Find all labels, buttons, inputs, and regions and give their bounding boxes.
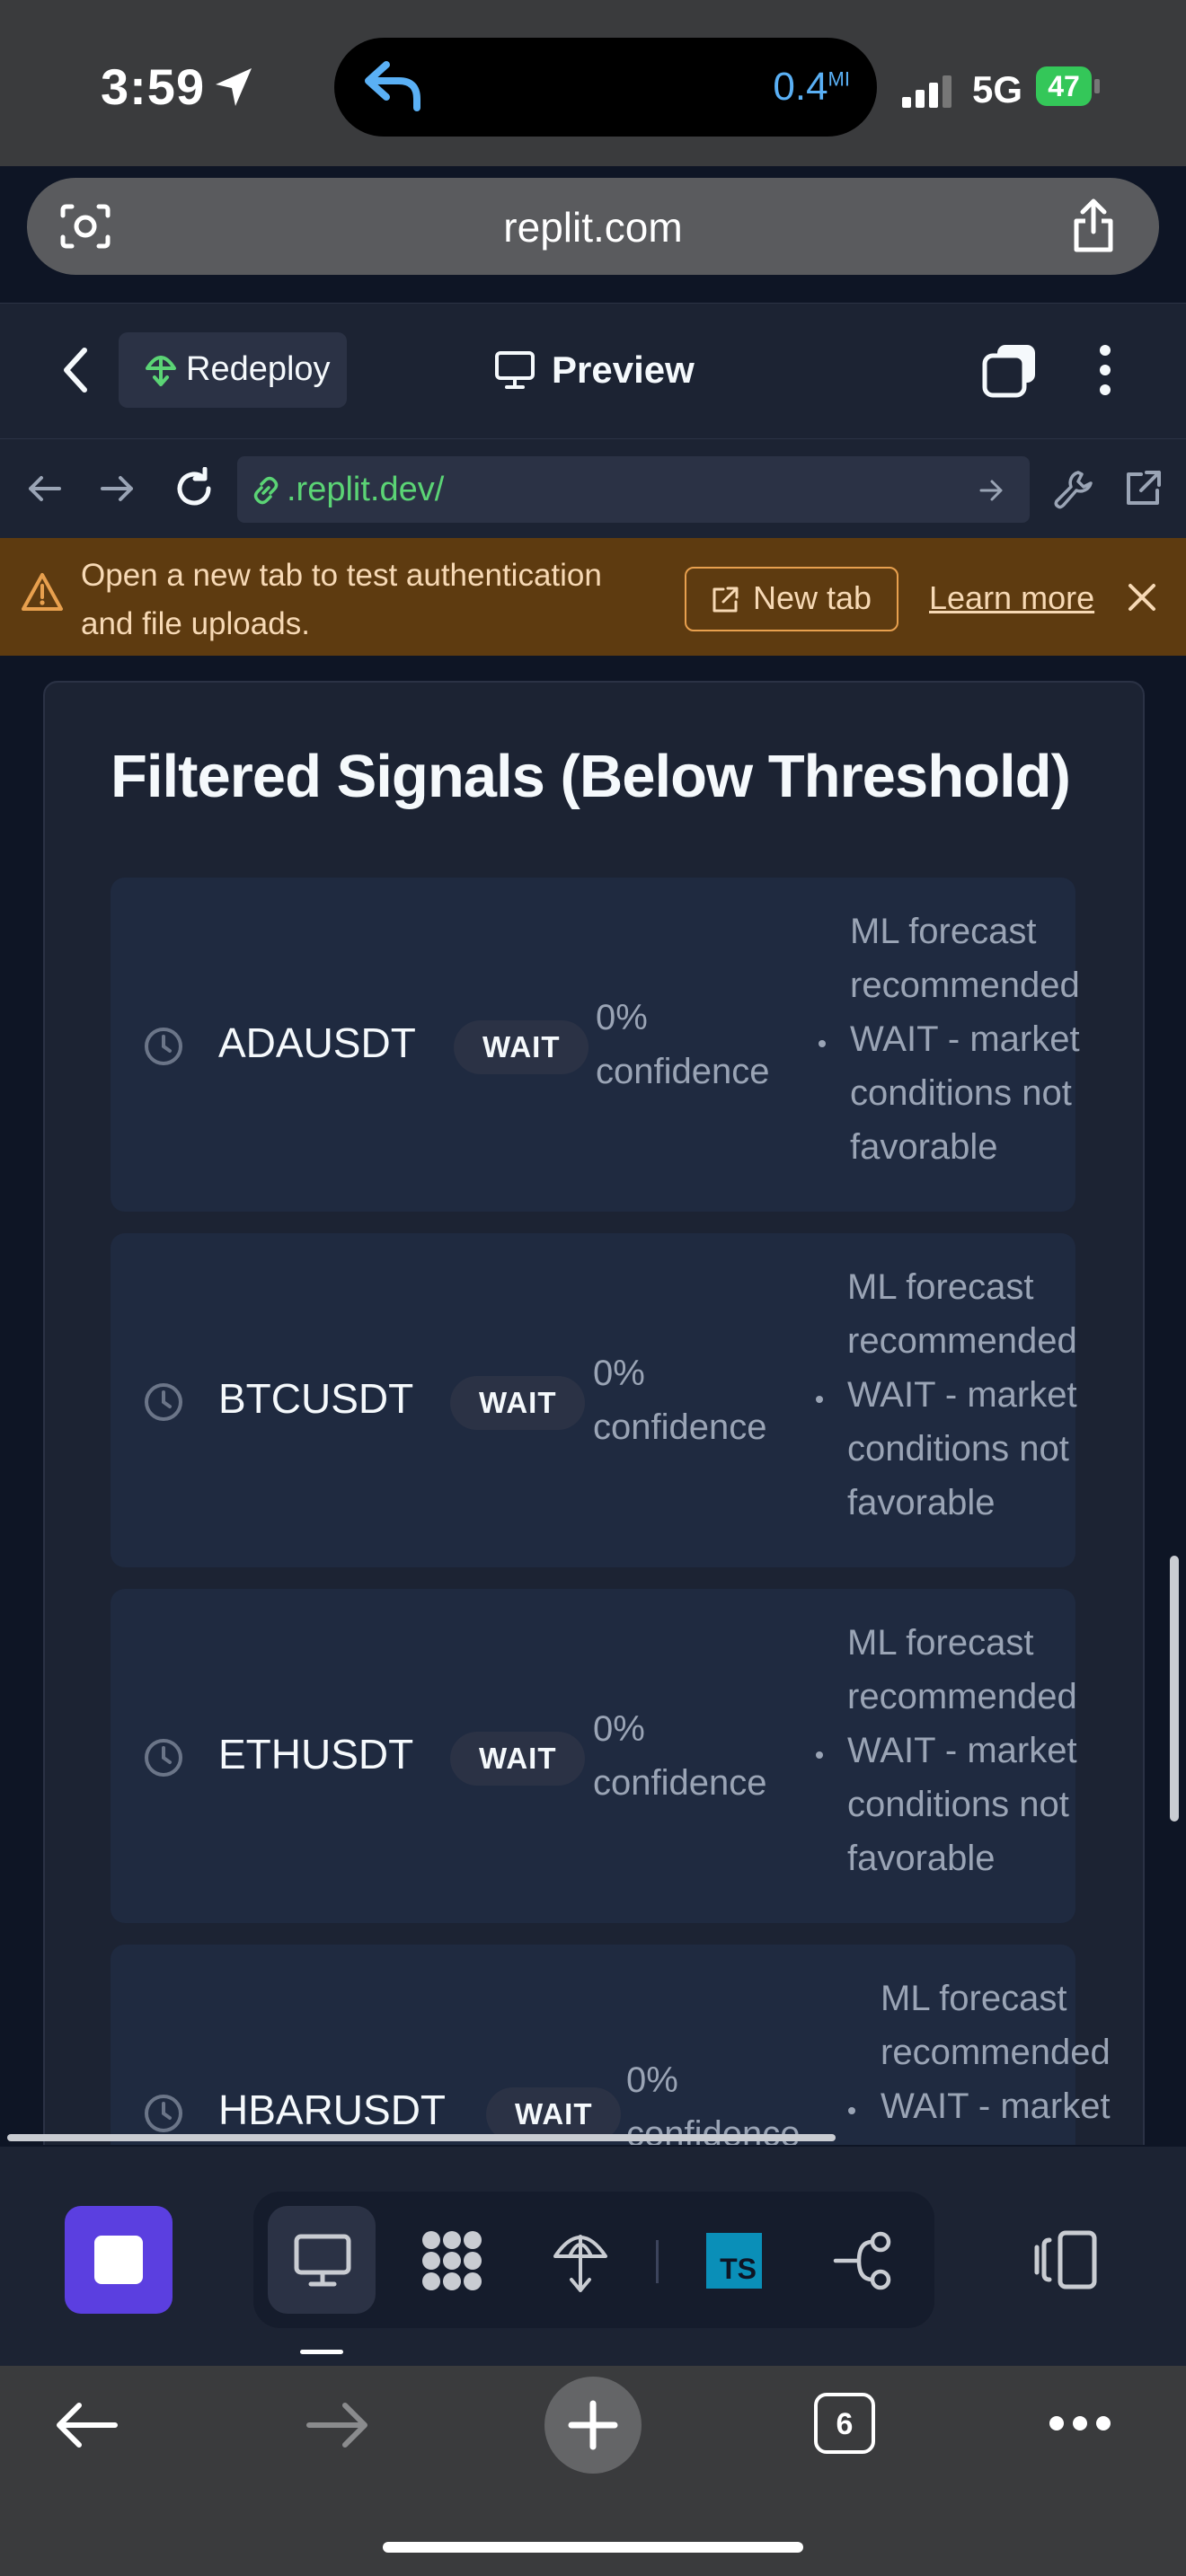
signal-status-badge: WAIT — [486, 2087, 622, 2141]
stop-icon — [94, 2236, 143, 2284]
separator-dot — [848, 2107, 855, 2114]
signal-reason: ML forecast recommended WAIT - market co… — [881, 1979, 1111, 2145]
clock-icon — [145, 1739, 182, 1777]
clock-icon — [145, 2095, 182, 2132]
deployments-icon[interactable] — [552, 2228, 609, 2294]
section-title: Filtered Signals (Below Threshold) — [111, 743, 1071, 810]
vertical-scrollbar[interactable] — [1170, 1556, 1179, 1822]
signal-status-badge: WAIT — [450, 1732, 586, 1786]
signal-card: ADAUSDT WAIT 0% confidence ML forecast r… — [111, 878, 1080, 1212]
clock-icon — [145, 1028, 182, 1065]
signal-symbol: ETHUSDT — [218, 1731, 414, 1778]
signal-reason: ML forecast recommended WAIT - market co… — [847, 1267, 1077, 1522]
typescript-file-icon[interactable]: TS — [706, 2233, 762, 2289]
git-branch-icon[interactable] — [832, 2231, 897, 2290]
signal-confidence: 0% confidence — [626, 2060, 801, 2145]
signal-status-badge: WAIT — [450, 1376, 586, 1430]
signal-confidence: 0% confidence — [593, 1354, 767, 1447]
horizontal-scrollbar[interactable] — [7, 2134, 836, 2141]
signal-reason: ML forecast recommended WAIT - market co… — [850, 912, 1080, 1167]
workflows-icon[interactable] — [419, 2228, 485, 2294]
browser-back-icon[interactable] — [52, 2400, 119, 2450]
signal-confidence: 0% confidence — [593, 1709, 767, 1803]
tab-count: 6 — [836, 2407, 854, 2441]
separator-dot — [816, 1396, 823, 1403]
more-horizontal-icon[interactable] — [1048, 2414, 1112, 2432]
plus-icon — [568, 2400, 618, 2450]
signal-status-badge: WAIT — [454, 1020, 589, 1074]
signal-card: ETHUSDT WAIT 0% confidence ML forecast r… — [111, 1589, 1077, 1923]
ts-label: TS — [720, 2253, 757, 2285]
home-indicator[interactable] — [383, 2542, 803, 2553]
signal-symbol: HBARUSDT — [218, 2086, 447, 2133]
browser-forward-icon[interactable] — [305, 2400, 372, 2450]
stop-button[interactable] — [65, 2206, 173, 2314]
toolbar-divider — [656, 2240, 659, 2283]
signal-reason: ML forecast recommended WAIT - market co… — [847, 1623, 1077, 1878]
tabs-overview-button[interactable]: 6 — [814, 2393, 875, 2454]
signal-card: HBARUSDT WAIT 0% confidence ML forecast … — [111, 1945, 1111, 2145]
signal-card: BTCUSDT WAIT 0% confidence ML forecast r… — [111, 1233, 1077, 1567]
signal-symbol: BTCUSDT — [218, 1375, 414, 1422]
monitor-icon — [294, 2234, 351, 2287]
active-tab-indicator — [300, 2350, 343, 2354]
clock-icon — [145, 1383, 182, 1421]
new-tab-plus-button[interactable] — [544, 2377, 642, 2474]
content-viewport: Filtered Signals (Below Threshold) ADAUS… — [0, 0, 1186, 2145]
signal-confidence: 0% confidence — [596, 998, 770, 1091]
signal-symbol: ADAUSDT — [218, 1019, 416, 1066]
panel-toggle-icon[interactable] — [1033, 2229, 1098, 2290]
separator-dot — [819, 1040, 826, 1047]
separator-dot — [816, 1751, 823, 1759]
